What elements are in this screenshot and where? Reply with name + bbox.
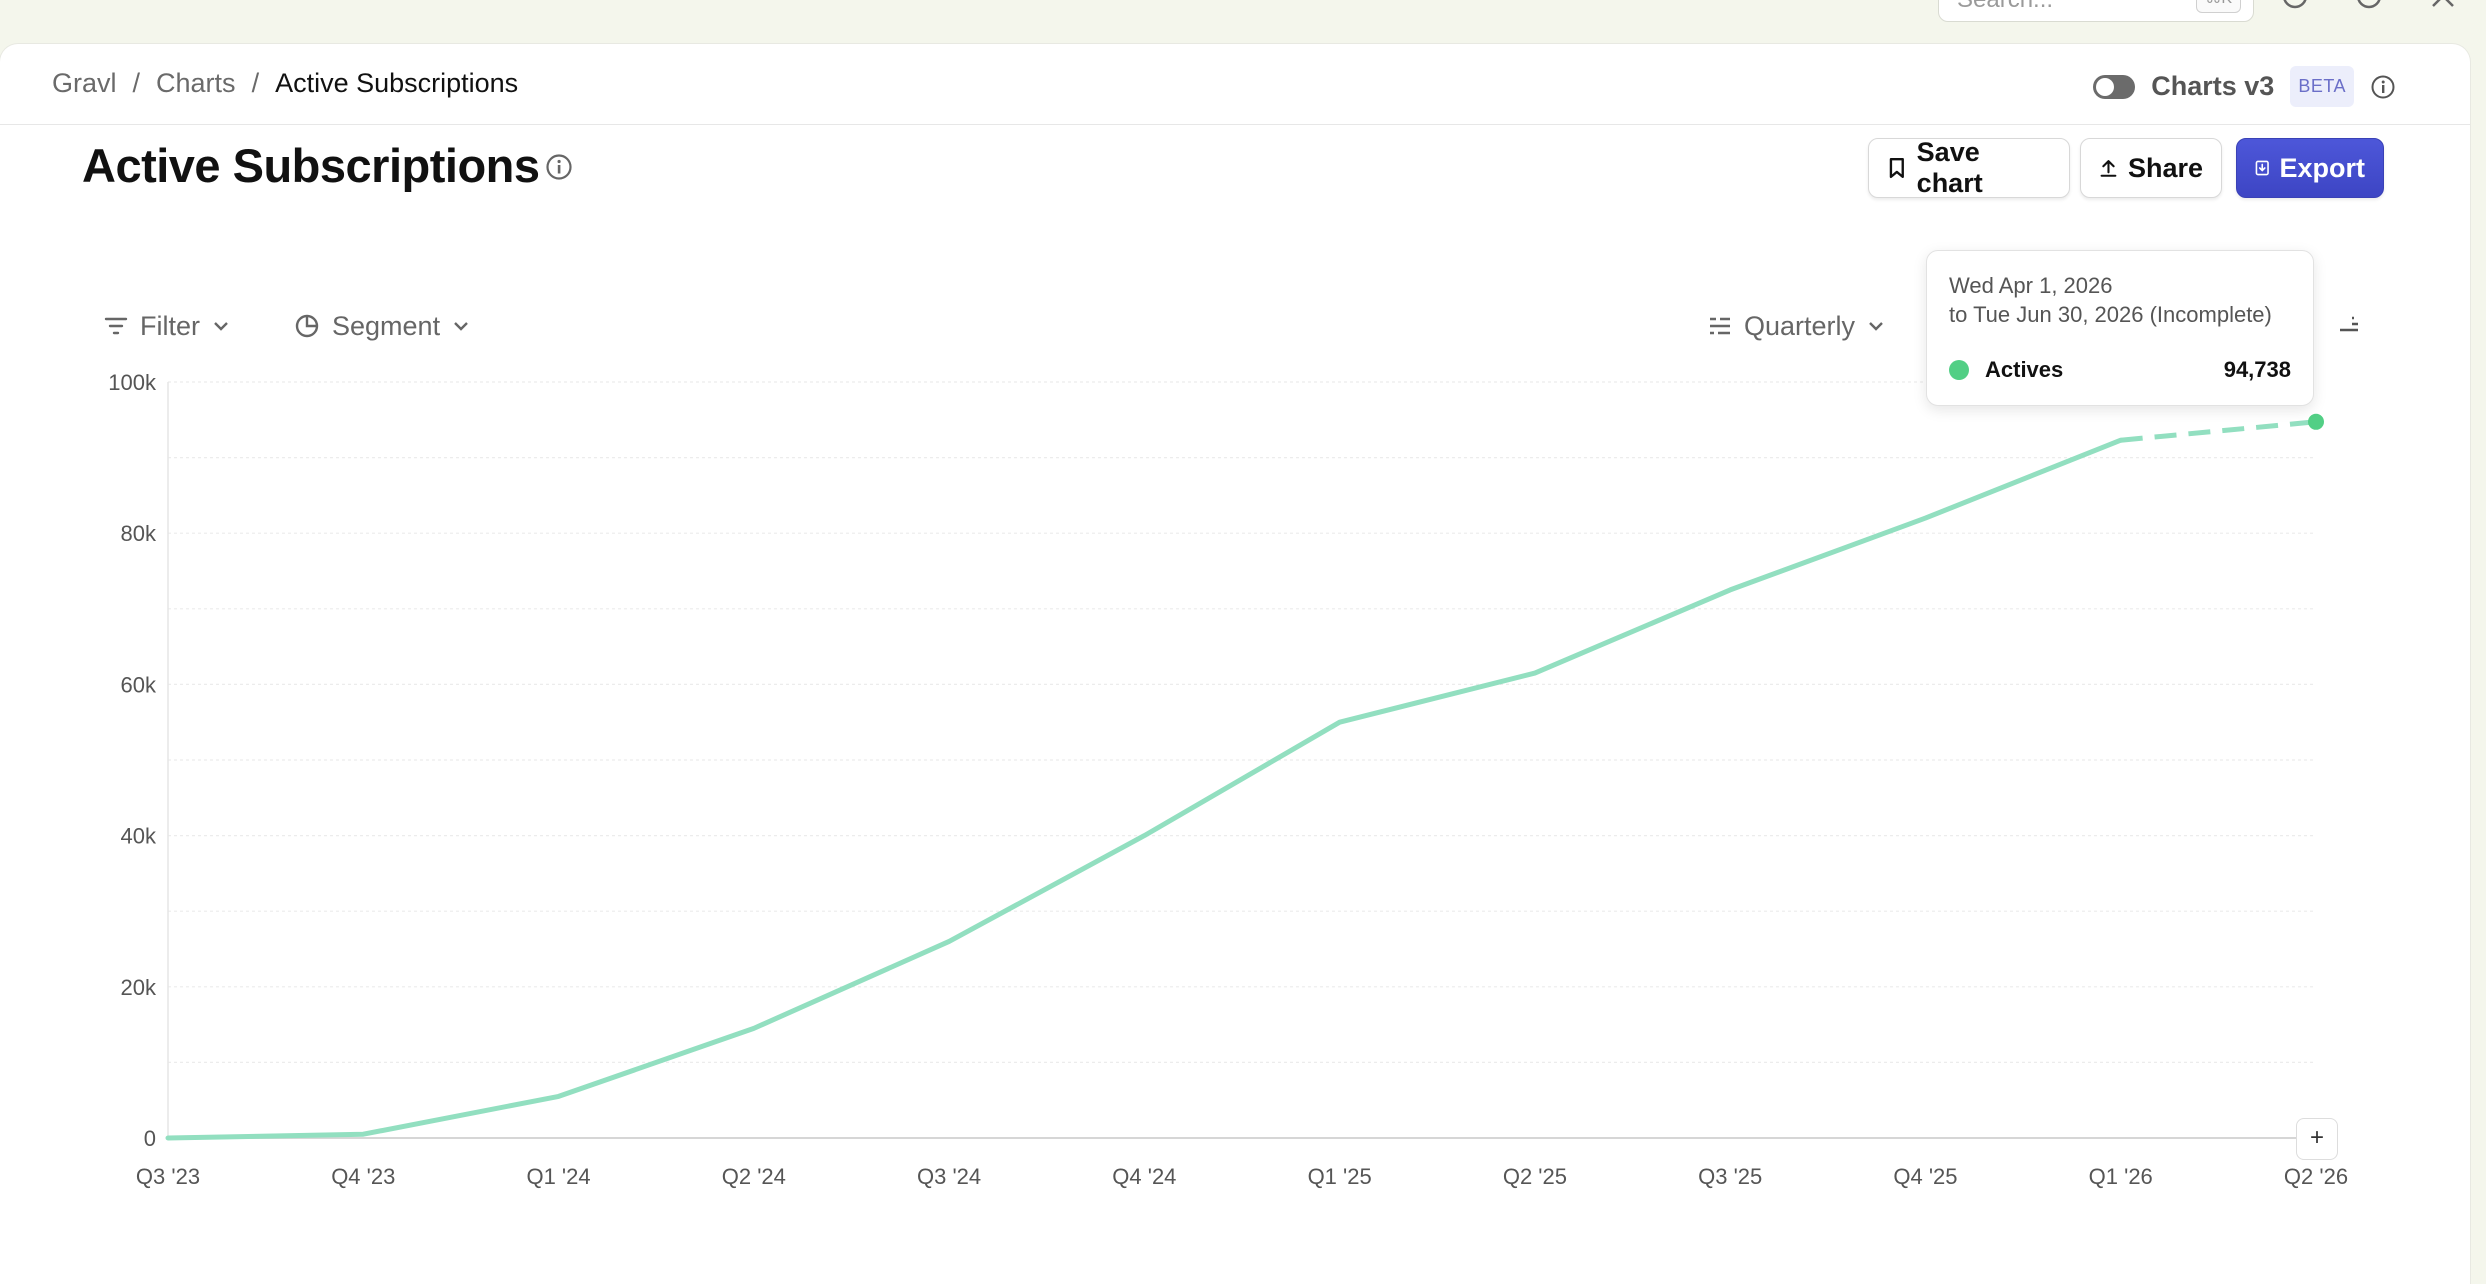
y-tick-label: 100k: [108, 370, 157, 395]
x-tick-label: Q1 '26: [2089, 1164, 2153, 1189]
tooltip-series-row: Actives 94,738: [1949, 357, 2291, 383]
x-tick-label: Q3 '23: [136, 1164, 200, 1189]
data-point: [2308, 413, 2324, 430]
chart-tooltip: Wed Apr 1, 2026 to Tue Jun 30, 2026 (Inc…: [1926, 250, 2314, 406]
tooltip-series-value: 94,738: [2223, 357, 2291, 382]
y-tick-label: 80k: [121, 521, 157, 546]
y-tick-label: 40k: [121, 824, 157, 849]
tooltip-date-end: to Tue Jun 30, 2026 (Incomplete): [1949, 302, 2272, 327]
chart-canvas: 0 20k 40k 60k 80k 100k Q3 '23 Q4 '23 Q1 '24 Q2 '2…: [108, 370, 2348, 1189]
x-tick-label: Q2 '25: [1503, 1164, 1567, 1189]
x-tick-label: Q1 '24: [526, 1164, 590, 1189]
series-line-actives: [165, 437, 2124, 1141]
y-tick-label: 0: [144, 1126, 156, 1151]
series-line-actives-incomplete: [2120, 419, 2317, 443]
x-tick-label: Q4 '24: [1112, 1164, 1176, 1189]
x-tick-label: Q4 '23: [331, 1164, 395, 1189]
x-tick-label: Q3 '24: [917, 1164, 981, 1189]
series-color-dot: [1949, 360, 1969, 380]
x-tick-label: Q3 '25: [1698, 1164, 1762, 1189]
tooltip-series-name: Actives: [1985, 357, 2064, 382]
x-tick-label: Q2 '26: [2284, 1164, 2348, 1189]
x-tick-label: Q1 '25: [1308, 1164, 1372, 1189]
tooltip-date-start: Wed Apr 1, 2026: [1949, 273, 2113, 298]
x-tick-label: Q2 '24: [722, 1164, 786, 1189]
add-annotation-button[interactable]: +: [2296, 1118, 2338, 1160]
y-tick-label: 60k: [121, 672, 157, 697]
y-tick-label: 20k: [121, 975, 157, 1000]
x-tick-label: Q4 '25: [1893, 1164, 1957, 1189]
